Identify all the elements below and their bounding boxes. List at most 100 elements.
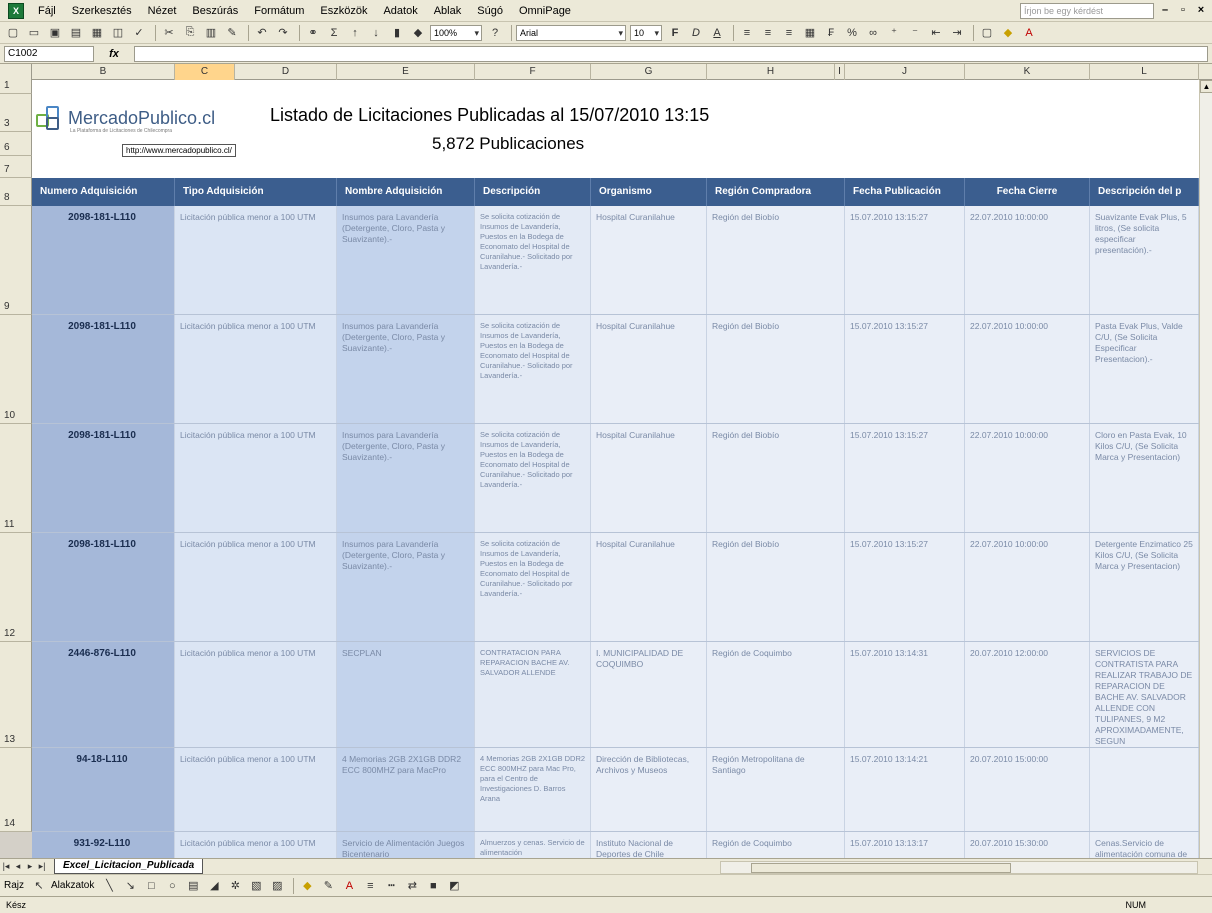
cell-numero[interactable]: 2446-876-L110 [32,642,175,747]
column-header-c[interactable]: C [175,64,235,80]
row-header[interactable]: 3 [0,94,32,132]
new-document-icon[interactable]: ▢ [4,24,22,42]
cell-descripcion-producto[interactable]: SERVICIOS DE CONTRATISTA PARA REALIZAR T… [1090,642,1199,747]
name-box[interactable]: C1002 [4,45,94,62]
cell-organismo[interactable]: Hospital Curanilahue [591,315,707,423]
cell-fecha-publicacion[interactable]: 15.07.2010 13:15:27 [845,424,965,532]
increase-decimal-icon[interactable]: ⁺ [885,24,903,42]
header-numero-adquisicion[interactable]: Numero Adquisición [32,178,175,206]
header-descripcion-producto[interactable]: Descripción del p [1090,178,1199,206]
prev-sheet-icon[interactable]: ◂ [12,861,24,872]
close-icon[interactable]: × [1194,3,1208,17]
row-header[interactable]: 6 [0,132,32,156]
row-header[interactable]: 9 [0,206,32,315]
menu-help[interactable]: Súgó [469,0,511,22]
font-color-icon[interactable]: A [1020,24,1038,42]
last-sheet-icon[interactable]: ▸| [36,861,48,872]
line-color-icon[interactable]: ✎ [319,877,337,895]
header-region-compradora[interactable]: Región Compradora [707,178,845,206]
oval-icon[interactable]: ○ [163,877,181,895]
fx-icon[interactable]: fx [94,48,134,60]
menu-format[interactable]: Formátum [246,0,312,22]
cell-tipo[interactable]: Licitación pública menor a 100 UTM [175,642,337,747]
cell-descripcion-producto[interactable] [1090,748,1199,831]
cell-region[interactable]: Región del Biobío [707,533,845,641]
underline-icon[interactable]: A [708,24,726,42]
spelling-icon[interactable]: ✓ [130,24,148,42]
cell-nombre[interactable]: Insumos para Lavandería (Detergente, Clo… [337,206,475,314]
help-question-input[interactable]: Írjon be egy kérdést [1020,3,1154,19]
decrease-decimal-icon[interactable]: ⁻ [906,24,924,42]
column-header-f[interactable]: F [475,64,591,80]
cell-descripcion-producto[interactable]: Cloro en Pasta Evak, 10 Kilos C/U, (Se S… [1090,424,1199,532]
sort-ascending-icon[interactable]: ↑ [346,24,364,42]
header-descripcion[interactable]: Descripción [475,178,591,206]
excel-app-icon[interactable]: X [8,2,24,19]
fill-color-icon[interactable]: ◆ [999,24,1017,42]
font-size-select[interactable]: 10 [630,24,662,41]
cell-organismo[interactable]: Hospital Curanilahue [591,424,707,532]
fill-color-icon[interactable]: ◆ [298,877,316,895]
cell-descripcion-producto[interactable]: Cenas.Servicio de alimentación comuna de… [1090,832,1199,858]
cell-nombre[interactable]: Servicio de Alimentación Juegos Bicenten… [337,832,475,858]
restore-icon[interactable]: ▫ [1176,3,1190,17]
horizontal-scrollbar[interactable] [720,861,1198,874]
row-header[interactable]: 14 [0,748,32,832]
vertical-scrollbar[interactable]: ▲ [1199,80,1212,858]
thousands-icon[interactable]: ∞ [864,24,882,42]
wordart-icon[interactable]: ◢ [205,877,223,895]
row-header[interactable]: 8 [0,178,32,206]
menu-insert[interactable]: Beszúrás [184,0,246,22]
textbox-icon[interactable]: ▤ [184,877,202,895]
borders-icon[interactable]: ▢ [978,24,996,42]
bold-icon[interactable]: F [666,24,684,42]
percent-icon[interactable]: % [843,24,861,42]
website-hyperlink[interactable]: http://www.mercadopublico.cl/ [122,144,236,157]
cell-descripcion[interactable]: CONTRATACION PARA REPARACION BACHE AV. S… [475,642,591,747]
column-header-g[interactable]: G [591,64,707,80]
cell-nombre[interactable]: Insumos para Lavandería (Detergente, Clo… [337,315,475,423]
clipart-icon[interactable]: ▧ [247,877,265,895]
cell-descripcion[interactable]: Almuerzos y cenas. Servicio de alimentac… [475,832,591,858]
cell-region[interactable]: Región del Biobío [707,206,845,314]
cell-fecha-cierre[interactable]: 22.07.2010 10:00:00 [965,424,1090,532]
cell-fecha-cierre[interactable]: 20.07.2010 15:00:00 [965,748,1090,831]
row-header[interactable]: 7 [0,156,32,178]
worksheet-grid[interactable]: MercadoPublico.cl La Plataforma de Licit… [32,80,1199,858]
menu-edit[interactable]: Szerkesztés [64,0,140,22]
cell-region[interactable]: Región del Biobío [707,424,845,532]
arrow-style-icon[interactable]: ⇄ [403,877,421,895]
column-header-i[interactable]: I [835,64,845,80]
cell-tipo[interactable]: Licitación pública menor a 100 UTM [175,533,337,641]
cell-descripcion[interactable]: Se solicita cotización de Insumos de Lav… [475,206,591,314]
cell-fecha-publicacion[interactable]: 15.07.2010 13:13:17 [845,832,965,858]
hyperlink-icon[interactable]: ⚭ [304,24,322,42]
3d-icon[interactable]: ◩ [445,877,463,895]
header-nombre-adquisicion[interactable]: Nombre Adquisición [337,178,475,206]
cell-tipo[interactable]: Licitación pública menor a 100 UTM [175,206,337,314]
paste-icon[interactable]: ▥ [202,24,220,42]
cell-nombre[interactable]: SECPLAN [337,642,475,747]
cell-fecha-publicacion[interactable]: 15.07.2010 13:14:21 [845,748,965,831]
zoom-select[interactable]: 100% [430,24,482,41]
italic-icon[interactable]: D [687,24,705,42]
rectangle-icon[interactable]: □ [142,877,160,895]
column-header-k[interactable]: K [965,64,1090,80]
cell-numero[interactable]: 2098-181-L110 [32,424,175,532]
menu-data[interactable]: Adatok [375,0,425,22]
draw-menu-button[interactable]: Rajz [4,880,24,891]
first-sheet-icon[interactable]: |◂ [0,861,12,872]
arrow-icon[interactable]: ↘ [121,877,139,895]
autoshapes-menu-button[interactable]: Alakzatok [51,880,94,891]
format-painter-icon[interactable]: ✎ [223,24,241,42]
cell-descripcion[interactable]: Se solicita cotización de Insumos de Lav… [475,315,591,423]
cell-descripcion[interactable]: Se solicita cotización de Insumos de Lav… [475,424,591,532]
open-folder-icon[interactable]: ▭ [25,24,43,42]
menu-window[interactable]: Ablak [426,0,470,22]
picture-icon[interactable]: ▨ [268,877,286,895]
autosum-icon[interactable]: Σ [325,24,343,42]
drawing-icon[interactable]: ◆ [409,24,427,42]
increase-indent-icon[interactable]: ⇥ [948,24,966,42]
cell-tipo[interactable]: Licitación pública menor a 100 UTM [175,832,337,858]
cell-nombre[interactable]: Insumos para Lavandería (Detergente, Clo… [337,424,475,532]
